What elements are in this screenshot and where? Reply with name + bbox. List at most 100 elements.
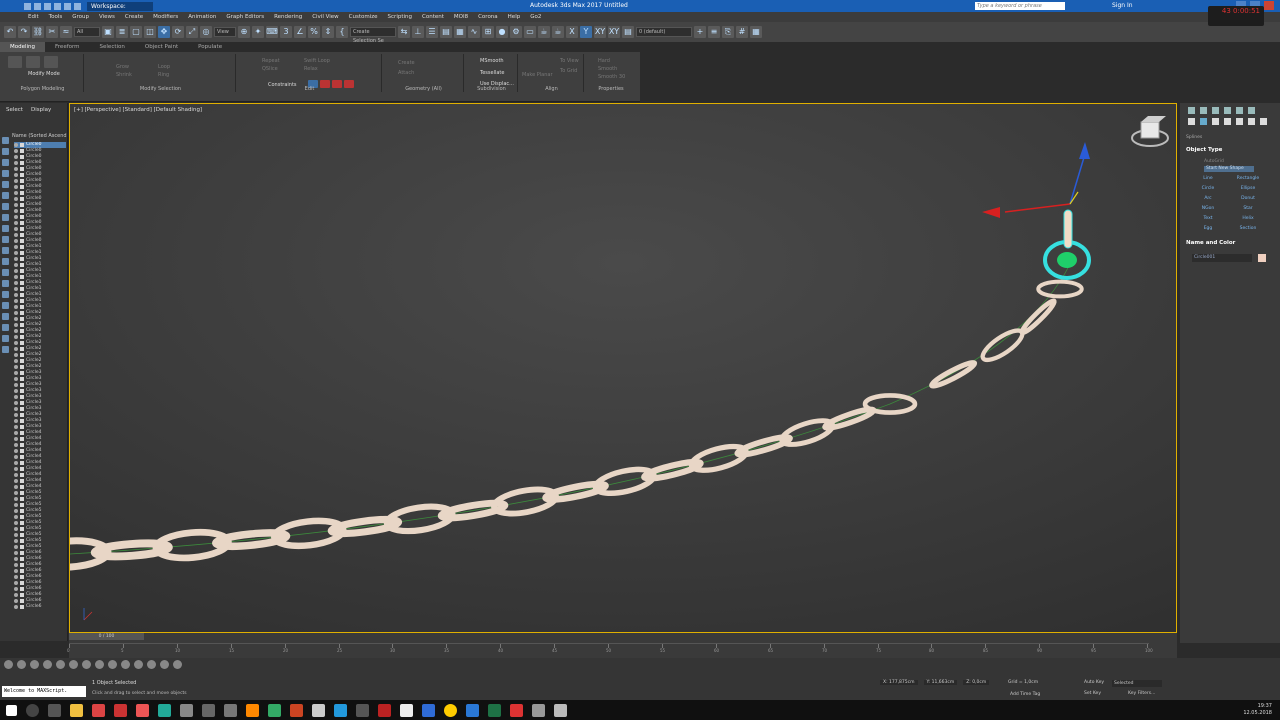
app-icon[interactable] bbox=[400, 703, 413, 717]
subobject-edge-icon[interactable] bbox=[26, 56, 40, 68]
freeze-icon[interactable] bbox=[20, 539, 24, 543]
freeze-icon[interactable] bbox=[20, 323, 24, 327]
group-label[interactable]: Subdivision bbox=[466, 86, 517, 92]
y-coordinate-field[interactable]: Y: 11,663cm bbox=[923, 680, 958, 685]
visibility-eye-icon[interactable] bbox=[14, 269, 18, 273]
freeze-icon[interactable] bbox=[20, 353, 24, 357]
visibility-eye-icon[interactable] bbox=[14, 335, 18, 339]
app-icon[interactable] bbox=[378, 703, 391, 717]
app-icon[interactable] bbox=[224, 703, 237, 717]
freeze-icon[interactable] bbox=[20, 383, 24, 387]
snaps-toggle-icon[interactable]: 3 bbox=[280, 26, 292, 38]
select-object-icon[interactable]: ▣ bbox=[102, 26, 114, 38]
scene-tab-display[interactable]: Display bbox=[31, 107, 51, 113]
sort-hierarchy-icon[interactable] bbox=[2, 346, 9, 353]
visibility-eye-icon[interactable] bbox=[14, 185, 18, 189]
shrink-button[interactable]: Shrink bbox=[116, 72, 132, 78]
key-mode-dropdown[interactable]: Selected bbox=[1112, 680, 1162, 687]
key-filters-button[interactable]: Key Filters... bbox=[1128, 691, 1155, 696]
visibility-eye-icon[interactable] bbox=[14, 317, 18, 321]
freeze-icon[interactable] bbox=[20, 197, 24, 201]
app-icon[interactable] bbox=[290, 703, 303, 717]
axis-xy-button[interactable]: XY bbox=[594, 26, 606, 38]
scene-tab-select[interactable]: Select bbox=[6, 107, 23, 113]
subobject-vertex-icon[interactable] bbox=[8, 56, 22, 68]
arc-button[interactable]: Arc bbox=[1188, 195, 1228, 203]
visibility-eye-icon[interactable] bbox=[14, 473, 18, 477]
ring-button[interactable]: Ring bbox=[158, 72, 169, 78]
render-setup-icon[interactable]: ⚙ bbox=[510, 26, 522, 38]
freeze-icon[interactable] bbox=[20, 449, 24, 453]
sort-layers-icon[interactable] bbox=[2, 335, 9, 342]
display-geometry-icon[interactable] bbox=[2, 137, 9, 144]
display-invert-icon[interactable] bbox=[2, 291, 9, 298]
visibility-eye-icon[interactable] bbox=[14, 533, 18, 537]
selection-lock-icon[interactable] bbox=[17, 660, 26, 669]
isolate-icon[interactable] bbox=[4, 660, 13, 669]
menu-item-content[interactable]: Content bbox=[422, 12, 444, 22]
visibility-eye-icon[interactable] bbox=[14, 293, 18, 297]
group-label[interactable]: Polygon Modeling bbox=[2, 86, 83, 92]
ngon-button[interactable]: NGon bbox=[1188, 205, 1228, 213]
display-frozen-icon[interactable] bbox=[2, 247, 9, 254]
track-bar[interactable]: 0 5 10 15 20 25 30 35 40 45 50 55 60 65 70 75 80 85 90 95 10… bbox=[67, 643, 1153, 655]
tab-selection[interactable]: Selection bbox=[90, 42, 135, 52]
save-icon[interactable] bbox=[44, 2, 51, 10]
tab-freeform[interactable]: Freeform bbox=[45, 42, 90, 52]
maxscript-listener[interactable]: Welcome to MAXScript. bbox=[2, 686, 86, 697]
system-tray-clock[interactable]: 19:37 12.05.2018 bbox=[1243, 703, 1272, 717]
grow-button[interactable]: Grow bbox=[116, 64, 129, 70]
create-layer-icon[interactable]: + bbox=[694, 26, 706, 38]
display-hidden-icon[interactable] bbox=[2, 258, 9, 265]
visibility-eye-icon[interactable] bbox=[14, 251, 18, 255]
app-icon[interactable] bbox=[268, 703, 281, 717]
visibility-eye-icon[interactable] bbox=[14, 359, 18, 363]
menu-item-edit[interactable]: Edit bbox=[28, 12, 39, 22]
freeze-icon[interactable] bbox=[20, 479, 24, 483]
freeze-icon[interactable] bbox=[20, 371, 24, 375]
axis-y-button[interactable]: Y bbox=[580, 26, 592, 38]
spacewarp-icon[interactable] bbox=[134, 660, 143, 669]
time-slider[interactable]: 0 / 100 bbox=[69, 633, 144, 640]
visibility-eye-icon[interactable] bbox=[14, 287, 18, 291]
freeze-icon[interactable] bbox=[20, 149, 24, 153]
visibility-eye-icon[interactable] bbox=[14, 551, 18, 555]
reference-coord-dropdown[interactable]: View bbox=[214, 27, 236, 37]
make-planar-button[interactable]: Make Planar bbox=[522, 72, 553, 78]
keyboard-shortcut-icon[interactable]: ⌨ bbox=[266, 26, 278, 38]
freeze-icon[interactable] bbox=[20, 263, 24, 267]
x-coordinate-field[interactable]: X: 177,875cm bbox=[880, 680, 918, 685]
circle-button[interactable]: Circle bbox=[1188, 185, 1228, 193]
freeze-icon[interactable] bbox=[20, 179, 24, 183]
group-label[interactable]: Edit bbox=[238, 86, 381, 92]
visibility-eye-icon[interactable] bbox=[14, 365, 18, 369]
attach-button[interactable]: Attach bbox=[398, 70, 414, 76]
display-xrefs-icon[interactable] bbox=[2, 214, 9, 221]
cone-icon[interactable] bbox=[82, 660, 91, 669]
excel-icon[interactable] bbox=[488, 703, 501, 717]
msmooth-button[interactable]: MSmooth bbox=[480, 58, 504, 64]
camera-icon[interactable] bbox=[108, 660, 117, 669]
visibility-eye-icon[interactable] bbox=[14, 515, 18, 519]
freeze-icon[interactable] bbox=[20, 239, 24, 243]
visibility-eye-icon[interactable] bbox=[14, 539, 18, 543]
geometry-category-icon[interactable] bbox=[1188, 118, 1195, 125]
display-helpers-icon[interactable] bbox=[2, 181, 9, 188]
select-scale-icon[interactable]: ⤢ bbox=[186, 26, 198, 38]
visibility-eye-icon[interactable] bbox=[14, 455, 18, 459]
cylinder-icon[interactable] bbox=[69, 660, 78, 669]
visibility-eye-icon[interactable] bbox=[14, 143, 18, 147]
pivot-center-icon[interactable]: ⊕ bbox=[238, 26, 250, 38]
visibility-eye-icon[interactable] bbox=[14, 383, 18, 387]
freeze-icon[interactable] bbox=[20, 305, 24, 309]
name-column-header[interactable]: Name (Sorted Ascend bbox=[12, 133, 67, 139]
visibility-eye-icon[interactable] bbox=[14, 281, 18, 285]
select-by-name-icon[interactable]: ≣ bbox=[116, 26, 128, 38]
open-icon[interactable] bbox=[34, 2, 41, 10]
to-view-button[interactable]: To View bbox=[560, 58, 579, 64]
freeze-icon[interactable] bbox=[20, 221, 24, 225]
visibility-eye-icon[interactable] bbox=[14, 263, 18, 267]
freeze-icon[interactable] bbox=[20, 215, 24, 219]
freeze-icon[interactable] bbox=[20, 185, 24, 189]
autogrid-checkbox[interactable]: AutoGrid bbox=[1204, 159, 1224, 164]
